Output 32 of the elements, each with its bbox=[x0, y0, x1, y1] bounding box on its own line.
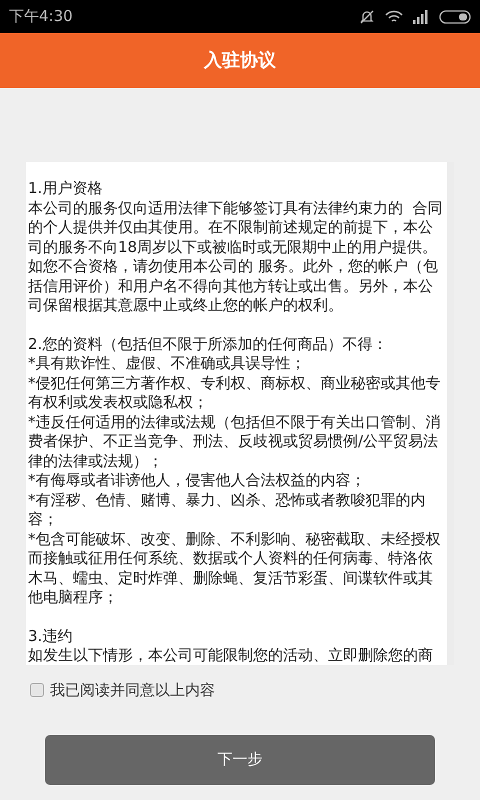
battery-icon bbox=[439, 10, 471, 24]
agreement-text-line: 括信用评价）和用户名不得向其他方转让或出售。另外，本公 bbox=[28, 276, 434, 296]
signal-icon bbox=[413, 10, 429, 24]
agreement-text-line: 司的服务不向18周岁以下或被临时或无限期中止的用户提供。 bbox=[28, 238, 438, 257]
agreement-text-line: 3.违约 bbox=[28, 626, 74, 646]
agreement-text-line: 本公司的服务仅向适用法律下能够签订具有法律约束力的 合同 bbox=[28, 198, 444, 218]
agreement-text-line: 木马、蠕虫、定时炸弹、删除蝇、复活节彩蛋、间谍软件或其 bbox=[28, 568, 434, 588]
agreement-text-line: *具有欺诈性、虚假、不准确或具误导性； bbox=[28, 354, 306, 374]
wifi-icon bbox=[385, 10, 403, 24]
agreement-text-line: 容； bbox=[28, 510, 59, 530]
agreement-text-line: 而接触或征用任何系统、数据或个人资料的任何病毒、特洛依 bbox=[28, 549, 434, 568]
consent-checkbox[interactable] bbox=[30, 683, 44, 698]
consent-label: 我已阅读并同意以上内容 bbox=[50, 680, 215, 701]
header-title: 入驻协议 bbox=[204, 49, 276, 73]
agreement-text-line: 律的法律或法规）； bbox=[28, 452, 164, 471]
agreement-text-line: 如您不合资格，请勿使用本公司的 服务。此外，您的帐户（包 bbox=[28, 257, 439, 276]
agreement-text-line: 1.用户资格 bbox=[28, 179, 104, 198]
agreement-text-line: 他电脑程序； bbox=[28, 588, 119, 608]
agreement-text-line: 费者保护、不正当竞争、刑法、反歧视或贸易惯例/公平贸易法 bbox=[28, 432, 440, 452]
agreement-text-line: *包含可能破坏、改变、删除、不利影响、秘密截取、未经授权 bbox=[28, 530, 442, 549]
agreement-text-line: *有淫秽、色情、赌博、暴力、凶杀、恐怖或者教唆犯罪的内 bbox=[28, 490, 426, 510]
agreement-text-line: 2.您的资料（包括但不限于所添加的任何商品）不得： bbox=[28, 334, 388, 354]
agreement-text-line: 如发生以下情形，本公司可能限制您的活动、立即删除您的商 bbox=[28, 646, 434, 665]
agreement-text-line: *有侮辱或者诽谤他人，侵害他人合法权益的内容； bbox=[28, 471, 366, 490]
agreement-text-line: *侵犯任何第三方著作权、专利权、商标权、商业秘密或其他专 bbox=[28, 374, 442, 393]
agreement-text-line: 的个人提供并仅由其使用。在不限制前述规定的前提下，本公 bbox=[28, 218, 434, 238]
agreement-text-line: 有权利或发表权或隐私权； bbox=[28, 393, 209, 412]
status-time: 下午4:30 bbox=[9, 6, 73, 28]
agreement-text-line: 司保留根据其意愿中止或终止您的帐户的权利。 bbox=[28, 296, 344, 316]
next-button[interactable]: 下一步 bbox=[45, 734, 435, 784]
muted-bell-icon bbox=[359, 8, 375, 24]
agreement-text-line: *违反任何适用的法律或法规（包括但不限于有关出口管制、消 bbox=[28, 412, 442, 432]
